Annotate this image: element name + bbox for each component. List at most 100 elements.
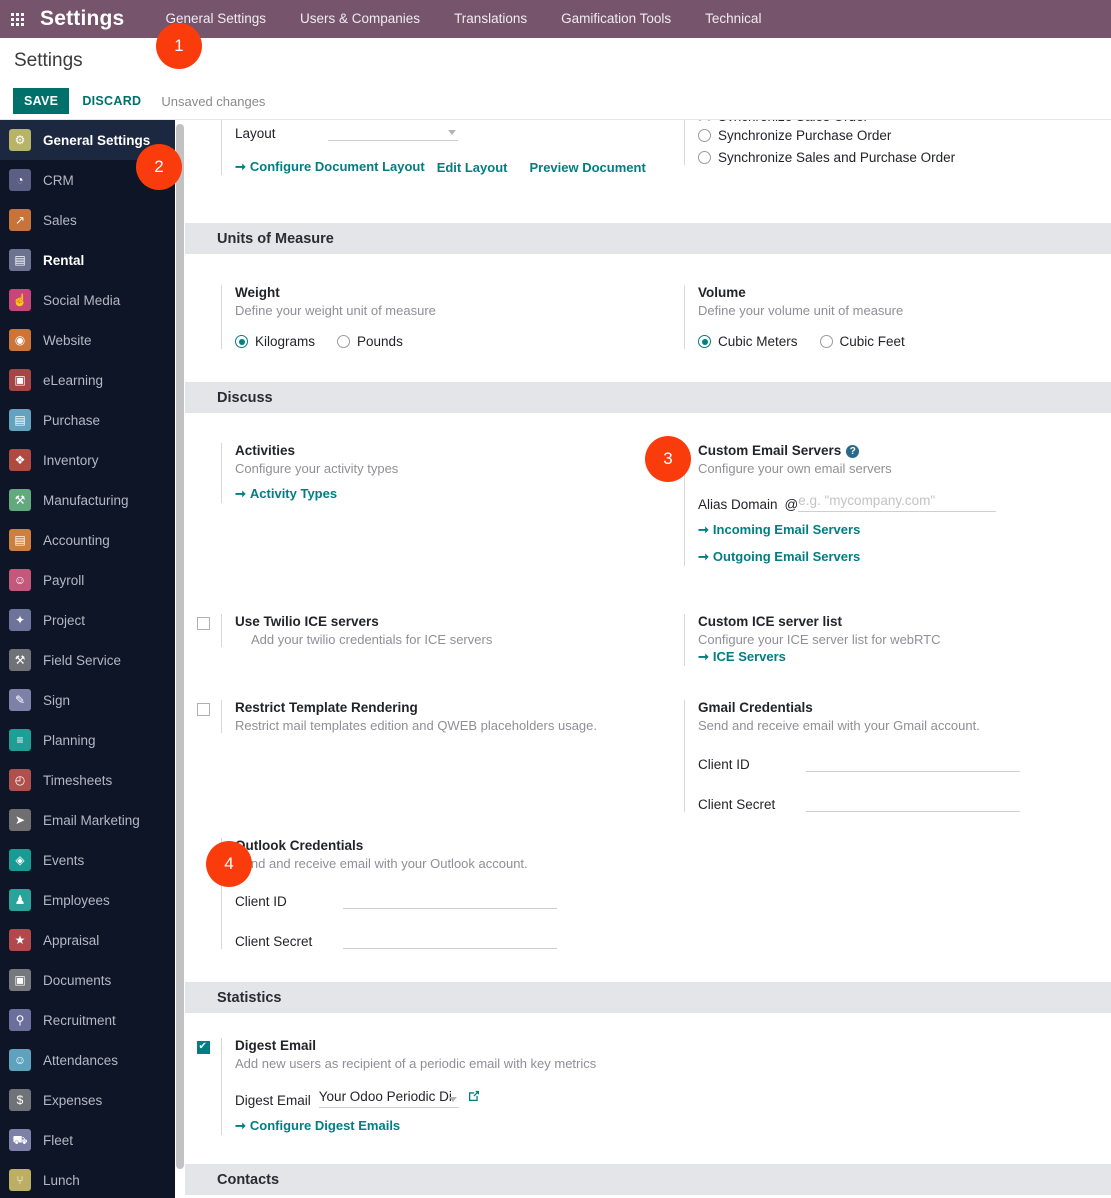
settings-main-content: Layout ➞ Configure Document Layout Edit L… <box>185 120 1111 1198</box>
menu-technical[interactable]: Technical <box>688 0 778 38</box>
sidebar-item-planning[interactable]: ≡ Planning <box>0 720 175 760</box>
sidebar-item-fleet[interactable]: ⛟ Fleet <box>0 1120 175 1160</box>
sidebar-item-payroll[interactable]: ☺ Payroll <box>0 560 175 600</box>
sidebar-item-label: Manufacturing <box>43 492 129 508</box>
ticket-icon: ◈ <box>9 849 31 871</box>
units-of-measure-block: Weight Define your weight unit of measur… <box>185 281 1111 353</box>
gmail-client-id-input[interactable] <box>806 753 1020 772</box>
configure-document-layout-link[interactable]: ➞ Configure Document Layout <box>235 159 425 175</box>
invoice-icon: ▤ <box>9 529 31 551</box>
edit-layout-link[interactable]: Edit Layout <box>437 160 508 175</box>
section-discuss: Discuss <box>185 382 1111 413</box>
sidebar-item-attendances[interactable]: ☺ Attendances <box>0 1040 175 1080</box>
checkbox-restrict-template-rendering[interactable] <box>196 703 210 716</box>
sidebar-item-label: Recruitment <box>43 1012 116 1028</box>
paper-plane-icon: ➤ <box>9 809 31 831</box>
digest-email-field-label: Digest Email <box>235 1093 311 1108</box>
sidebar-item-label: Social Media <box>43 292 121 308</box>
sidebar-item-recruitment[interactable]: ⚲ Recruitment <box>0 1000 175 1040</box>
outlook-client-id-input[interactable] <box>343 890 557 909</box>
outlook-client-secret-input[interactable] <box>343 930 557 949</box>
sidebar-item-social-media[interactable]: ☝ Social Media <box>0 280 175 320</box>
boxes-icon: ❖ <box>9 449 31 471</box>
ice-servers-link[interactable]: ➞ ICE Servers <box>698 649 786 665</box>
alias-domain-prefix: @ <box>784 497 799 512</box>
section-statistics: Statistics <box>185 982 1111 1013</box>
save-button[interactable]: SAVE <box>13 88 70 114</box>
radio-sync-sales-order[interactable] <box>698 120 711 121</box>
preview-document-link[interactable]: Preview Document <box>529 160 645 175</box>
sidebar-item-purchase[interactable]: ▤ Purchase <box>0 400 175 440</box>
sidebar-item-project[interactable]: ✦ Project <box>0 600 175 640</box>
sidebar-item-label: Planning <box>43 732 96 748</box>
gmail-client-secret-input[interactable] <box>806 793 1020 812</box>
discuss-row-restrict: Restrict Template Rendering Restrict mai… <box>185 696 1111 816</box>
checkbox-digest-email[interactable] <box>196 1040 210 1054</box>
sidebar-item-label: Accounting <box>43 532 110 548</box>
activity-types-link[interactable]: ➞ Activity Types <box>235 486 337 502</box>
menu-translations[interactable]: Translations <box>437 0 544 38</box>
settings-sidebar[interactable]: ⚙ General Settings ◔ CRM ↗ Sales ▤ Rental ☝ Socia… <box>0 120 175 1198</box>
ice-servers-label: ICE Servers <box>712 649 786 664</box>
sidebar-item-rental[interactable]: ▤ Rental <box>0 240 175 280</box>
sidebar-item-employees[interactable]: ♟ Employees <box>0 880 175 920</box>
sidebar-item-expenses[interactable]: $ Expenses <box>0 1080 175 1120</box>
sidebar-item-appraisal[interactable]: ★ Appraisal <box>0 920 175 960</box>
checkbox-use-twilio-ice-servers[interactable] <box>196 617 210 630</box>
radio-sync-sales-order-label: Synchronize Sales Order <box>718 120 868 121</box>
crm-icon: ◔ <box>9 169 31 191</box>
sidebar-item-lunch[interactable]: ⑂ Lunch <box>0 1160 175 1198</box>
help-icon[interactable]: ? <box>846 445 860 458</box>
car-icon: ⛟ <box>9 1129 31 1151</box>
apps-grid-icon[interactable] <box>0 12 34 26</box>
alias-domain-input[interactable] <box>798 493 997 512</box>
radio-cubic-meters[interactable] <box>698 335 711 348</box>
digest-email-select-input[interactable] <box>318 1089 459 1108</box>
sidebar-item-elearning[interactable]: ▣ eLearning <box>0 360 175 400</box>
expenses-icon: $ <box>9 1089 31 1111</box>
external-link-icon[interactable] <box>467 1089 481 1108</box>
radio-kilograms[interactable] <box>235 335 248 348</box>
app-brand-title: Settings <box>40 7 125 30</box>
outgoing-email-servers-link[interactable]: ➞ Outgoing Email Servers <box>698 549 860 565</box>
main-scrollbar-thumb[interactable] <box>176 124 184 1169</box>
configure-digest-emails-link[interactable]: ➞ Configure Digest Emails <box>235 1118 400 1134</box>
radio-sync-purchase-order[interactable] <box>698 129 711 142</box>
sidebar-item-label: CRM <box>43 172 74 188</box>
layout-select-input[interactable] <box>327 122 458 141</box>
sidebar-item-website[interactable]: ◉ Website <box>0 320 175 360</box>
twilio-desc: Add your twilio credentials for ICE serv… <box>251 632 493 647</box>
chevron-down-icon[interactable] <box>447 130 456 135</box>
sidebar-item-accounting[interactable]: ▤ Accounting <box>0 520 175 560</box>
restrict-template-desc: Restrict mail templates edition and QWEB… <box>235 718 598 733</box>
custom-email-servers-desc: Configure your own email servers <box>698 461 892 476</box>
incoming-email-servers-link[interactable]: ➞ Incoming Email Servers <box>698 522 860 538</box>
outlook-credentials-desc: Send and receive email with your Outlook… <box>235 856 528 871</box>
sidebar-item-email-marketing[interactable]: ➤ Email Marketing <box>0 800 175 840</box>
sidebar-item-field-service[interactable]: ⚒ Field Service <box>0 640 175 680</box>
radio-cubic-feet-label: Cubic Feet <box>839 334 905 349</box>
discard-button[interactable]: DISCARD <box>82 94 141 108</box>
custom-email-servers-label: Custom Email Servers <box>698 443 842 458</box>
globe-icon: ◉ <box>9 329 31 351</box>
menu-users-companies[interactable]: Users & Companies <box>283 0 437 38</box>
sidebar-item-documents[interactable]: ▣ Documents <box>0 960 175 1000</box>
weight-title: Weight <box>235 285 280 300</box>
radio-sync-sales-and-purchase-order[interactable] <box>698 151 711 164</box>
gmail-client-secret-label: Client Secret <box>698 797 776 812</box>
people-icon: ♟ <box>9 889 31 911</box>
sidebar-item-events[interactable]: ◈ Events <box>0 840 175 880</box>
chevron-down-icon[interactable] <box>448 1097 457 1102</box>
radio-cubic-feet[interactable] <box>819 335 833 348</box>
sidebar-item-inventory[interactable]: ❖ Inventory <box>0 440 175 480</box>
gmail-client-id-label: Client ID <box>698 757 750 772</box>
restrict-template-title: Restrict Template Rendering <box>235 700 418 715</box>
menu-gamification-tools[interactable]: Gamification Tools <box>544 0 688 38</box>
main-scrollbar[interactable] <box>175 120 185 1198</box>
sidebar-item-sales[interactable]: ↗ Sales <box>0 200 175 240</box>
sidebar-item-timesheets[interactable]: ◴ Timesheets <box>0 760 175 800</box>
radio-pounds[interactable] <box>337 335 351 348</box>
sidebar-item-sign[interactable]: ✎ Sign <box>0 680 175 720</box>
weight-desc: Define your weight unit of measure <box>235 303 436 318</box>
sidebar-item-manufacturing[interactable]: ⚒ Manufacturing <box>0 480 175 520</box>
